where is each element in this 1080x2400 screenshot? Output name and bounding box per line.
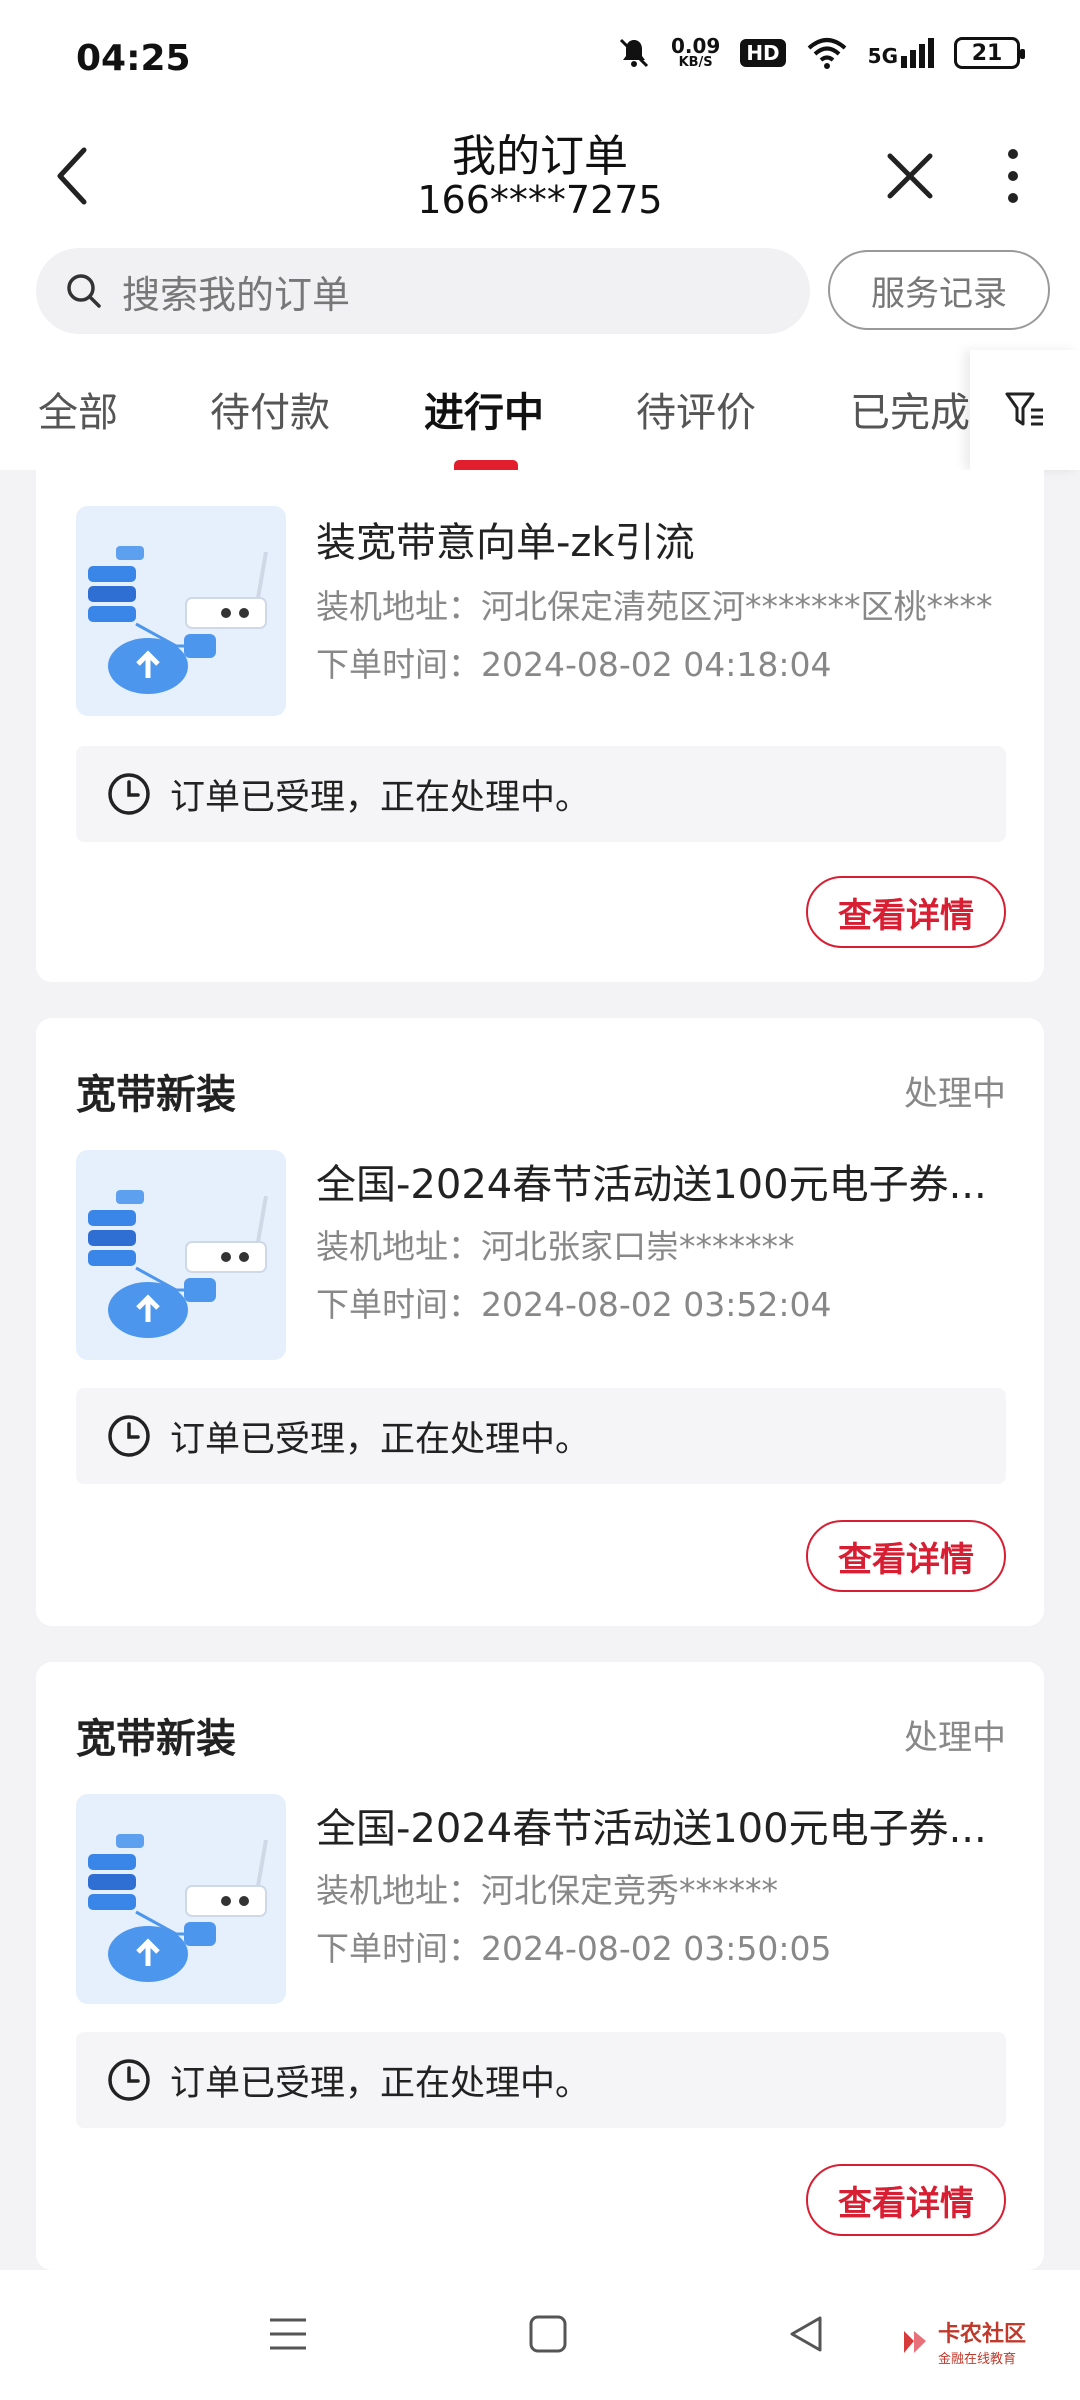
broadband-router-icon (76, 506, 286, 716)
order-status-notice: 订单已受理，正在处理中。 (76, 746, 1006, 842)
status-bar: 04:25 0.09 KB/S HD 5G 21 (0, 0, 1080, 120)
close-icon[interactable] (880, 138, 940, 208)
tab-in-progress[interactable]: 进行中 (424, 380, 544, 438)
install-address: 装机地址：河北保定清苑区河*******区桃**** (316, 587, 993, 626)
broadband-thumbnail (76, 1150, 286, 1360)
hd-badge: HD (740, 39, 786, 67)
order-time: 下单时间：2024-08-02 03:52:04 (316, 1285, 832, 1324)
wifi-icon (807, 38, 846, 69)
order-category: 宽带新装 (76, 1072, 236, 1118)
service-records-button[interactable]: 服务记录 (828, 250, 1050, 330)
watermark-subtitle: 金融在线教育 (938, 2352, 1017, 2367)
install-address: 装机地址：河北张家口崇******* (316, 1227, 795, 1266)
order-card[interactable]: 宽带新装 处理中 全国-2024春节活动送100元电子券... 装机地址：河北保… (36, 1662, 1044, 2270)
order-status-notice: 订单已受理，正在处理中。 (76, 2032, 1006, 2128)
order-card[interactable]: 装宽带意向单-zk引流 装机地址：河北保定清苑区河*******区桃**** 下… (36, 470, 1044, 982)
status-icons: 0.09 KB/S HD 5G 21 (617, 34, 1025, 70)
tab-pending-review[interactable]: 待评价 (636, 380, 756, 438)
status-notice-text: 订单已受理，正在处理中。 (170, 1419, 591, 1460)
tab-completed[interactable]: 已完成 (850, 380, 970, 438)
order-time: 下单时间：2024-08-02 04:18:04 (316, 645, 832, 684)
battery-indicator: 21 (954, 37, 1025, 69)
clock-icon (108, 773, 150, 815)
tab-pending-payment[interactable]: 待付款 (210, 380, 330, 438)
home-icon[interactable] (526, 2312, 570, 2356)
order-category: 宽带新装 (76, 1716, 236, 1762)
menu-icon[interactable] (266, 2312, 310, 2356)
install-address: 装机地址：河北保定竞秀****** (316, 1871, 778, 1910)
net-speed: 0.09 KB/S (670, 34, 721, 70)
broadband-thumbnail (76, 1794, 286, 2004)
more-menu-icon[interactable] (988, 138, 1038, 208)
view-details-button[interactable]: 查看详情 (806, 1520, 1006, 1592)
status-notice-text: 订单已受理，正在处理中。 (170, 777, 591, 818)
view-details-button[interactable]: 查看详情 (806, 876, 1006, 948)
broadband-thumbnail (76, 506, 286, 716)
signal-icon: 5G (868, 38, 934, 68)
system-nav-bar: 卡农社区 金融在线教育 (0, 2270, 1080, 2400)
broadband-router-icon (76, 1150, 286, 1360)
back-triangle-icon[interactable] (784, 2312, 828, 2356)
tab-all[interactable]: 全部 (38, 380, 118, 438)
broadband-router-icon (76, 1794, 286, 2004)
view-details-button[interactable]: 查看详情 (806, 2164, 1006, 2236)
order-title: 装宽带意向单-zk引流 (316, 520, 695, 566)
order-status-notice: 订单已受理，正在处理中。 (76, 1388, 1006, 1484)
watermark: 卡农社区 金融在线教育 (900, 2316, 1026, 2367)
mute-bell-icon (619, 38, 649, 68)
status-notice-text: 订单已受理，正在处理中。 (170, 2063, 591, 2104)
filter-icon (1005, 392, 1043, 426)
search-row: 搜索我的订单 服务记录 (0, 230, 1080, 350)
status-time: 04:25 (76, 38, 191, 79)
watermark-title: 卡农社区 (938, 2322, 1027, 2347)
order-tabs: 全部 待付款 进行中 待评价 已完成 (0, 350, 1080, 470)
clock-icon (108, 2059, 150, 2101)
order-time: 下单时间：2024-08-02 03:50:05 (316, 1929, 832, 1968)
order-state: 处理中 (904, 1718, 1006, 1758)
filter-button[interactable] (970, 350, 1080, 470)
order-state: 处理中 (904, 1074, 1006, 1114)
watermark-logo-icon (904, 2330, 926, 2353)
order-card[interactable]: 宽带新装 处理中 全国-2024春节活动送100元电子券... 装机地址：河北张… (36, 1018, 1044, 1626)
app-header: 我的订单 166****7275 (0, 120, 1080, 230)
search-icon (67, 274, 101, 308)
active-tab-indicator (454, 460, 518, 470)
order-title: 全国-2024春节活动送100元电子券... (316, 1806, 987, 1852)
search-placeholder: 搜索我的订单 (122, 272, 351, 317)
order-title: 全国-2024春节活动送100元电子券... (316, 1162, 987, 1208)
search-input[interactable]: 搜索我的订单 (36, 248, 810, 334)
clock-icon (108, 1415, 150, 1457)
